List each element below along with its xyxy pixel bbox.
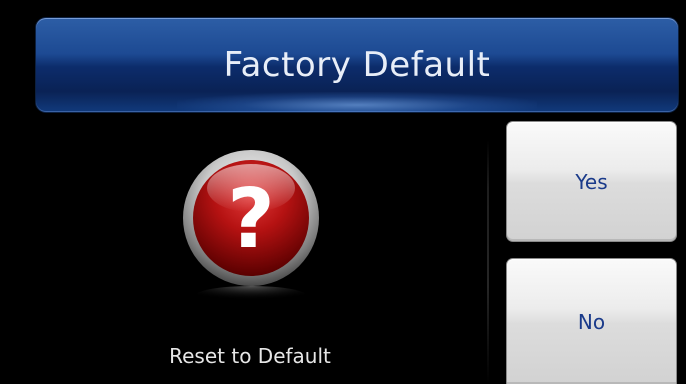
svg-text:?: ? — [227, 172, 275, 267]
yes-button[interactable]: Yes — [507, 122, 676, 241]
reset-caption: Reset to Default — [169, 344, 331, 368]
question-icon: ? — [180, 148, 322, 310]
no-button-label: No — [577, 309, 606, 334]
divider — [487, 140, 489, 384]
factory-default-dialog: Factory Default ? Reset to Default Yes N… — [0, 0, 686, 384]
no-button[interactable]: No — [507, 259, 676, 384]
title-bar: Factory Default — [36, 18, 678, 112]
yes-button-label: Yes — [575, 169, 608, 194]
dialog-title: Factory Default — [223, 45, 491, 85]
